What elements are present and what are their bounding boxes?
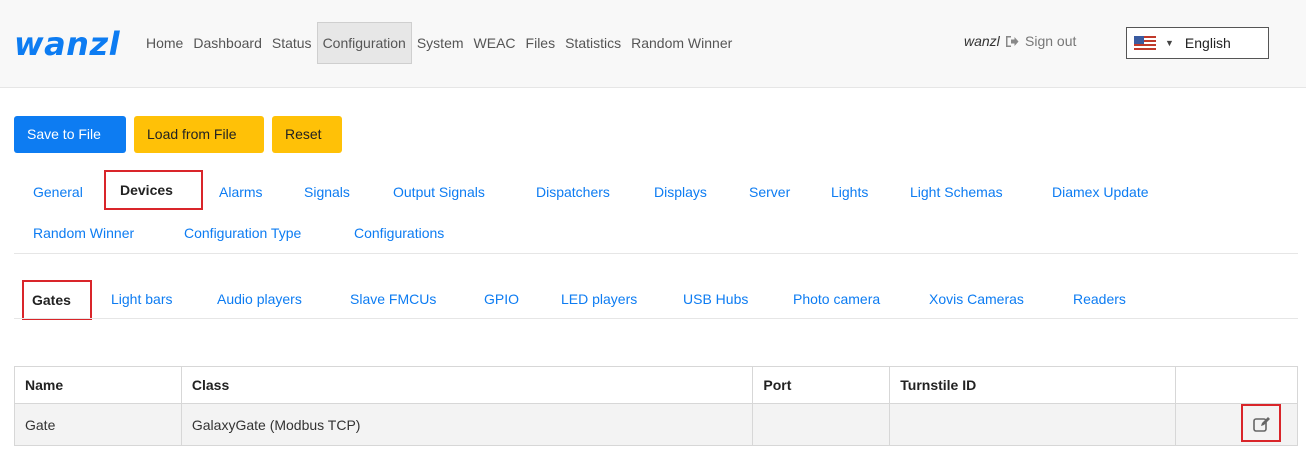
nav-random-winner[interactable]: Random Winner [626,21,737,65]
us-flag-icon [1134,36,1156,50]
save-to-file-button[interactable]: Save to File [14,116,126,153]
nav-system[interactable]: System [412,21,469,65]
nav-files[interactable]: Files [521,21,561,65]
cell-name: Gate [14,403,182,446]
tab-light-schemas[interactable]: Light Schemas [910,172,1003,212]
tab-light-bars[interactable]: Light bars [111,279,172,319]
device-tabs-divider [14,318,1298,319]
column-header-class: Class [180,366,754,404]
tab-photo-camera[interactable]: Photo camera [793,279,880,319]
column-header-port: Port [752,366,891,404]
table-header-row: Name Class Port Turnstile ID [14,366,1298,404]
sign-out-label: Sign out [1025,33,1077,49]
top-navbar: wanzl Home Dashboard Status Configuratio… [0,0,1306,88]
tab-gates[interactable]: Gates [22,280,92,320]
nav-statistics[interactable]: Statistics [560,21,626,65]
tab-usb-hubs[interactable]: USB Hubs [683,279,748,319]
tab-server[interactable]: Server [749,172,790,212]
tab-displays[interactable]: Displays [654,172,707,212]
table-row: Gate GalaxyGate (Modbus TCP) [14,403,1298,446]
config-tabs-divider [14,253,1298,254]
gates-table: Name Class Port Turnstile ID Gate Galaxy… [14,366,1298,446]
tab-gpio[interactable]: GPIO [484,279,519,319]
tab-xovis-cameras[interactable]: Xovis Cameras [929,279,1024,319]
sign-out-icon [1006,35,1019,47]
cell-port [752,403,891,446]
language-selected: English [1184,35,1231,51]
tab-signals[interactable]: Signals [304,172,350,212]
nav-dashboard[interactable]: Dashboard [188,21,267,65]
wanzl-logo[interactable]: wanzl [14,26,120,62]
tab-slave-fmcus[interactable]: Slave FMCUs [350,279,436,319]
tab-configuration-type[interactable]: Configuration Type [184,213,301,253]
current-user: wanzl [964,33,1000,49]
column-header-turnstile-id: Turnstile ID [889,366,1177,404]
tab-led-players[interactable]: LED players [561,279,637,319]
tab-diamex-update[interactable]: Diamex Update [1052,172,1149,212]
cell-turnstile-id [889,403,1177,446]
tab-general[interactable]: General [33,172,83,212]
cell-actions [1175,403,1298,446]
chevron-down-icon: ▼ [1165,38,1174,48]
tab-lights[interactable]: Lights [831,172,868,212]
nav-home[interactable]: Home [141,21,188,65]
nav-status[interactable]: Status [267,21,317,65]
language-select[interactable]: ▼ English [1126,27,1269,59]
sign-out-link[interactable]: Sign out [1005,33,1076,49]
cell-class: GalaxyGate (Modbus TCP) [180,403,754,446]
reset-button[interactable]: Reset [272,116,342,153]
column-header-name: Name [14,366,182,404]
edit-button[interactable] [1241,404,1281,442]
tab-configurations[interactable]: Configurations [354,213,444,253]
nav-weac[interactable]: WEAC [469,21,521,65]
tab-dispatchers[interactable]: Dispatchers [536,172,610,212]
tab-devices[interactable]: Devices [104,170,203,210]
load-from-file-button[interactable]: Load from File [134,116,264,153]
tab-audio-players[interactable]: Audio players [217,279,302,319]
nav-configuration[interactable]: Configuration [316,22,412,64]
tab-output-signals[interactable]: Output Signals [393,172,485,212]
tab-readers[interactable]: Readers [1073,279,1126,319]
column-header-actions [1175,366,1298,404]
tab-random-winner[interactable]: Random Winner [33,213,134,253]
tab-alarms[interactable]: Alarms [219,172,263,212]
edit-icon [1253,417,1270,432]
main-nav: Home Dashboard Status Configuration Syst… [141,21,737,65]
